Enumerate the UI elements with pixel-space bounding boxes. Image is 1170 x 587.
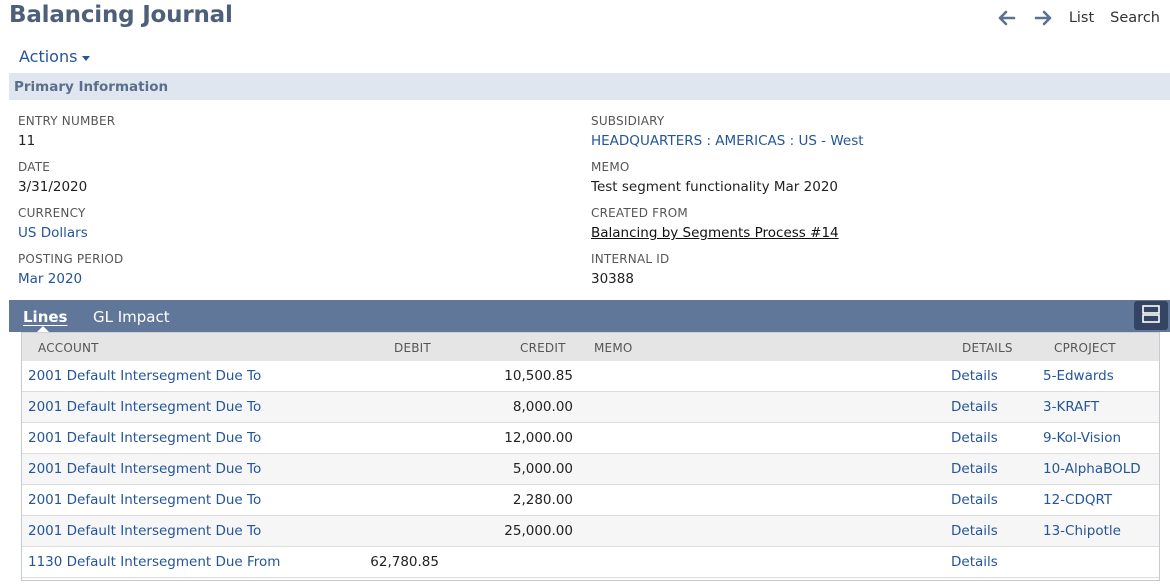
table-header: ACCOUNT DEBIT CREDIT MEMO DETAILS CPROJE… — [22, 332, 1159, 361]
field-subsidiary: SUBSIDIARY HEADQUARTERS : AMERICAS : US … — [591, 114, 864, 149]
account-link[interactable]: 2001 Default Intersegment Due To — [28, 523, 261, 539]
account-link[interactable]: 2001 Default Intersegment Due To — [28, 430, 261, 446]
posting-period-link[interactable]: Mar 2020 — [18, 271, 123, 287]
cproject-link[interactable]: 10-AlphaBOLD — [1043, 461, 1141, 477]
credit-cell: 10,500.85 — [504, 368, 573, 384]
field-label: DATE — [18, 160, 51, 174]
page-title: Balancing Journal — [9, 2, 233, 28]
table-row[interactable]: 2001 Default Intersegment Due To 10,500.8… — [22, 361, 1159, 392]
credit-cell: 8,000.00 — [512, 399, 573, 415]
credit-cell: 12,000.00 — [504, 430, 573, 446]
details-link[interactable]: Details — [951, 554, 998, 570]
lines-table: ACCOUNT DEBIT CREDIT MEMO DETAILS CPROJE… — [21, 332, 1160, 581]
subtab-bar: Lines GL Impact — [9, 300, 1170, 332]
list-link[interactable]: List — [1069, 10, 1094, 26]
created-from-link[interactable]: Balancing by Segments Process #14 — [591, 225, 839, 241]
tab-lines[interactable]: Lines — [23, 308, 67, 326]
field-value: Test segment functionality Mar 2020 — [591, 179, 838, 195]
cproject-link[interactable]: 5-Edwards — [1043, 368, 1114, 384]
details-link[interactable]: Details — [951, 430, 998, 446]
actions-menu[interactable]: Actions — [19, 47, 91, 66]
primary-information-header[interactable]: Primary Information — [9, 73, 1170, 100]
column-header-credit[interactable]: CREDIT — [520, 341, 566, 355]
cproject-link[interactable]: 12-CDQRT — [1043, 492, 1112, 508]
field-value: 30388 — [591, 271, 634, 287]
details-link[interactable]: Details — [951, 368, 998, 384]
table-row[interactable]: 2001 Default Intersegment Due To 25,000.0… — [22, 516, 1159, 547]
layout-rows-icon — [1141, 304, 1161, 328]
field-label: CREATED FROM — [591, 206, 688, 220]
field-posting-period: POSTING PERIOD Mar 2020 — [18, 252, 123, 287]
account-link[interactable]: 2001 Default Intersegment Due To — [28, 368, 261, 384]
field-value: 3/31/2020 — [18, 179, 88, 195]
credit-cell: 2,280.00 — [512, 492, 573, 508]
arrow-left-icon[interactable] — [997, 9, 1017, 27]
field-label: MEMO — [591, 160, 630, 174]
details-link[interactable]: Details — [951, 461, 998, 477]
column-header-details[interactable]: DETAILS — [962, 341, 1013, 355]
caret-down-icon — [82, 55, 91, 61]
field-memo: MEMO Test segment functionality Mar 2020 — [591, 160, 838, 195]
field-label: SUBSIDIARY — [591, 114, 665, 128]
cproject-link[interactable]: 13-Chipotle — [1043, 523, 1121, 539]
section-title: Primary Information — [14, 79, 169, 95]
field-label: INTERNAL ID — [591, 252, 670, 266]
currency-link[interactable]: US Dollars — [18, 225, 88, 241]
top-navigation: List Search — [981, 9, 1160, 27]
details-link[interactable]: Details — [951, 399, 998, 415]
details-link[interactable]: Details — [951, 492, 998, 508]
arrow-right-icon[interactable] — [1033, 9, 1053, 27]
debit-cell: 62,780.85 — [370, 554, 439, 570]
account-link[interactable]: 2001 Default Intersegment Due To — [28, 461, 261, 477]
table-row[interactable]: 2001 Default Intersegment Due To 5,000.00… — [22, 454, 1159, 485]
field-value: 11 — [18, 133, 36, 149]
column-header-cproject[interactable]: CPROJECT — [1054, 341, 1116, 355]
details-link[interactable]: Details — [951, 523, 998, 539]
tab-gl-impact[interactable]: GL Impact — [93, 308, 170, 326]
layout-toggle-button[interactable] — [1134, 301, 1168, 330]
column-header-account[interactable]: ACCOUNT — [38, 341, 99, 355]
search-link[interactable]: Search — [1110, 10, 1160, 26]
field-created-from: CREATED FROM Balancing by Segments Proce… — [591, 206, 839, 241]
field-internal-id: INTERNAL ID 30388 — [591, 252, 669, 287]
account-link[interactable]: 1130 Default Intersegment Due From — [28, 554, 280, 570]
field-label: POSTING PERIOD — [18, 252, 124, 266]
account-link[interactable]: 2001 Default Intersegment Due To — [28, 492, 261, 508]
account-link[interactable]: 2001 Default Intersegment Due To — [28, 399, 261, 415]
field-currency: CURRENCY US Dollars — [18, 206, 88, 241]
field-date: DATE 3/31/2020 — [18, 160, 87, 195]
table-row[interactable]: 2001 Default Intersegment Due To 12,000.0… — [22, 423, 1159, 454]
field-entry-number: ENTRY NUMBER 11 — [18, 114, 115, 149]
field-label: ENTRY NUMBER — [18, 114, 116, 128]
field-label: CURRENCY — [18, 206, 86, 220]
table-row[interactable]: 1130 Default Intersegment Due From 62,780… — [22, 547, 1159, 578]
column-header-memo[interactable]: MEMO — [594, 341, 633, 355]
credit-cell: 25,000.00 — [504, 523, 573, 539]
table-row[interactable]: 2001 Default Intersegment Due To 2,280.00… — [22, 485, 1159, 516]
cproject-link[interactable]: 9-Kol-Vision — [1043, 430, 1121, 446]
table-row[interactable]: 2001 Default Intersegment Due To 8,000.00… — [22, 392, 1159, 423]
cproject-link[interactable]: 3-KRAFT — [1043, 399, 1099, 415]
credit-cell: 5,000.00 — [512, 461, 573, 477]
subsidiary-link[interactable]: HEADQUARTERS : AMERICAS : US - West — [591, 133, 864, 149]
actions-label: Actions — [19, 47, 78, 66]
column-header-debit[interactable]: DEBIT — [394, 341, 431, 355]
